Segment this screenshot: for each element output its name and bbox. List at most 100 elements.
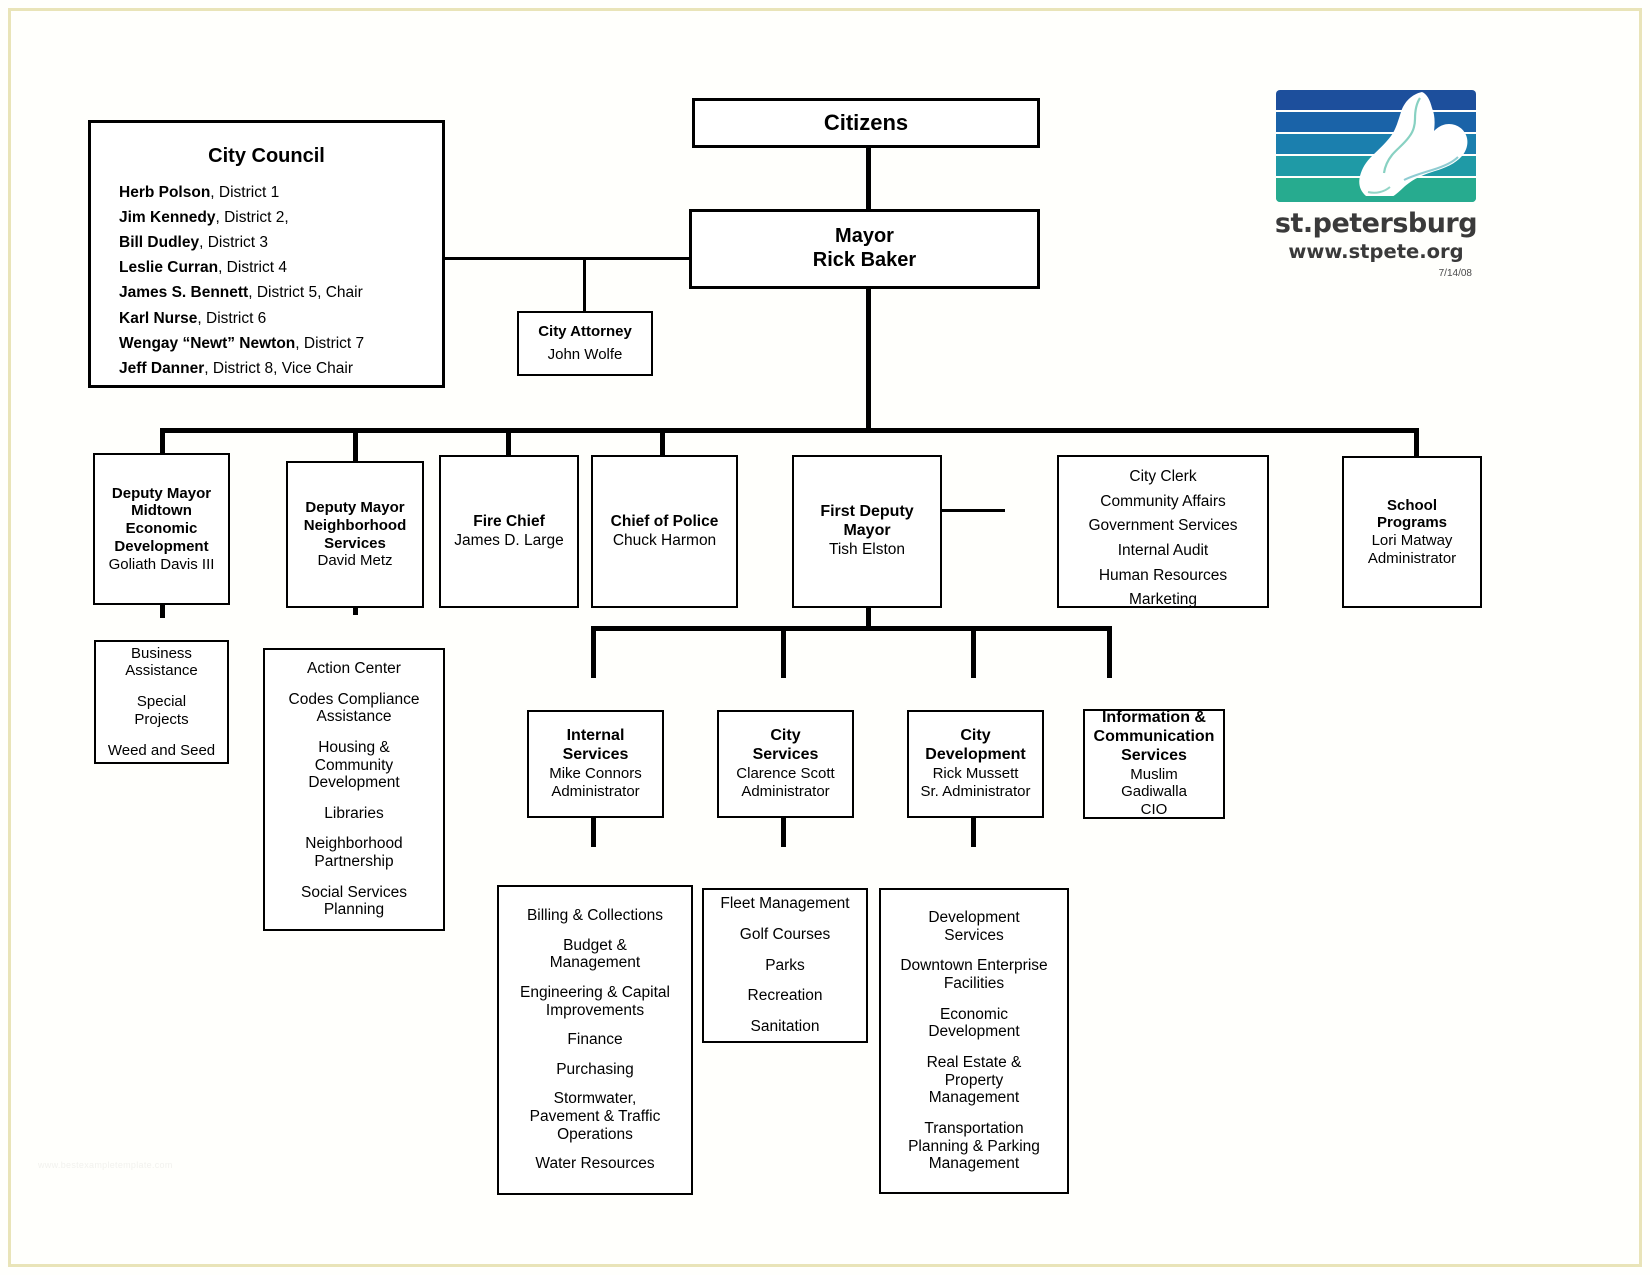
list-item: Finance: [567, 1031, 623, 1049]
node-title: Internal Services: [562, 727, 629, 764]
list-neighborhood-units[interactable]: Action Center Codes Compliance Assistanc…: [263, 648, 445, 931]
node-person: Chuck Harmon: [612, 531, 717, 549]
node-title: Citizens: [823, 110, 909, 136]
council-member: Herb Polson, District 1: [119, 184, 280, 201]
list-item: Business Assistance: [125, 645, 198, 680]
st-petersburg-logo: st.petersburg www.stpete.org 7/14/08: [1272, 88, 1480, 293]
node-information-communication-services[interactable]: Information & Communication Services Mus…: [1083, 709, 1225, 819]
list-item: Economic Development: [928, 1005, 1020, 1041]
node-citizens[interactable]: Citizens: [692, 98, 1040, 148]
list-item: Transportation Planning & Parking Manage…: [908, 1119, 1040, 1173]
list-item: Neighborhood Partnership: [305, 835, 403, 871]
list-item: Libraries: [324, 804, 384, 822]
list-item: Social Services Planning: [301, 883, 407, 919]
city-council-title: City Council: [208, 145, 325, 167]
list-item: Special Projects: [134, 693, 189, 728]
list-item: Action Center: [307, 659, 401, 677]
council-member: Jim Kennedy, District 2,: [119, 209, 289, 227]
node-person: Goliath Davis III: [108, 555, 215, 573]
connector-drop-police: [660, 428, 665, 455]
node-person: Tish Elston: [828, 541, 906, 559]
list-item: Water Resources: [535, 1155, 655, 1173]
list-item: Stormwater, Pavement & Traffic Operation…: [529, 1090, 661, 1143]
list-midtown-units[interactable]: Business Assistance Special Projects Wee…: [94, 640, 229, 764]
node-internal-services[interactable]: Internal Services Mike Connors Administr…: [527, 710, 664, 818]
node-person: John Wolfe: [547, 346, 623, 363]
node-person-last: Gadiwalla: [1121, 783, 1187, 801]
city-council-members: Herb Polson, District 1 Jim Kennedy, Dis…: [119, 180, 442, 381]
node-title: School Programs: [1376, 496, 1448, 532]
logo-wordmark: st.petersburg: [1274, 208, 1478, 239]
node-chief-of-police[interactable]: Chief of Police Chuck Harmon: [591, 455, 738, 608]
list-item: Weed and Seed: [107, 741, 216, 759]
node-person: Muslim: [1130, 765, 1178, 783]
node-deputy-mayor-midtown[interactable]: Deputy Mayor Midtown Economic Developmen…: [93, 453, 230, 605]
node-person: Clarence Scott: [736, 765, 835, 783]
node-title: First Deputy Mayor: [820, 503, 914, 540]
connector-citydev-units: [971, 817, 976, 847]
node-person-role: Administrator: [741, 782, 830, 800]
node-title: Mayor: [835, 225, 894, 248]
council-member: Wengay “Newt” Newton, District 7: [119, 334, 365, 352]
connector-drop-school: [1414, 428, 1419, 456]
list-item: Golf Courses: [739, 926, 831, 944]
council-member: Jeff Danner, District 8, Vice Chair: [119, 359, 354, 377]
node-mayor[interactable]: Mayor Rick Baker: [689, 209, 1040, 289]
list-item: Codes Compliance Assistance: [288, 690, 420, 726]
node-title: Information & Communication Services: [1093, 709, 1215, 764]
list-item: Sanitation: [750, 1017, 820, 1035]
city-council-box: City Council Herb Polson, District 1 Jim…: [88, 120, 445, 388]
council-member: Bill Dudley, District 3: [119, 234, 269, 252]
connector-attorney-stem: [583, 257, 586, 311]
node-title: Deputy Mayor Neighborhood Services: [303, 499, 407, 552]
node-title: City Services: [752, 727, 819, 764]
connector-drop-neighborhood: [353, 428, 358, 461]
node-first-deputy-mayor[interactable]: First Deputy Mayor Tish Elston: [792, 455, 942, 608]
list-item: Purchasing: [556, 1060, 634, 1078]
list-item: Recreation: [747, 987, 823, 1005]
node-title: City Development: [925, 727, 1026, 764]
connector-drop-fire: [506, 428, 511, 455]
node-city-development[interactable]: City Development Rick Mussett Sr. Admini…: [907, 710, 1044, 818]
list-city-services-units[interactable]: Fleet Management Golf Courses Parks Recr…: [702, 888, 868, 1043]
list-item: Budget & Management: [549, 936, 641, 972]
connector-cityservices-units: [781, 817, 786, 847]
connector-drop-city-services: [781, 626, 786, 678]
node-person-role: Sr. Administrator: [920, 782, 1031, 800]
list-item: Community Affairs: [1100, 492, 1226, 510]
node-person: Lori Matway: [1371, 532, 1453, 549]
node-person: Rick Baker: [812, 249, 917, 271]
connector-council-mayor: [445, 257, 693, 260]
connector-mayor-trunk: [866, 288, 871, 431]
node-title: Chief of Police: [610, 513, 719, 531]
node-school-programs[interactable]: School Programs Lori Matway Administrato…: [1342, 456, 1482, 608]
node-city-attorney[interactable]: City Attorney John Wolfe: [517, 311, 653, 376]
council-member: James S. Bennett, District 5, Chair: [119, 284, 363, 302]
list-item: Internal Audit: [1117, 541, 1209, 559]
watermark-text: www.bestexampletemplate.com: [38, 1160, 173, 1170]
org-chart-canvas: st.petersburg www.stpete.org 7/14/08 Cit…: [0, 0, 1650, 1275]
list-internal-services-units[interactable]: Billing & Collections Budget & Managemen…: [497, 885, 693, 1195]
connector-citizens-mayor: [866, 146, 871, 210]
node-person-role: CIO: [1140, 801, 1168, 819]
connector-drop-internal-services: [591, 626, 596, 678]
node-city-services[interactable]: City Services Clarence Scott Administrat…: [717, 710, 854, 818]
list-item: City Clerk: [1129, 468, 1197, 485]
pelican-logo-icon: [1272, 88, 1480, 206]
logo-url: www.stpete.org: [1288, 240, 1464, 263]
list-item: Human Resources: [1098, 566, 1228, 584]
council-member: Karl Nurse, District 6: [119, 309, 267, 327]
list-item: Housing & Community Development: [308, 738, 400, 792]
connector-drop-midtown: [160, 428, 165, 453]
node-title: City Attorney: [538, 323, 632, 341]
node-fire-chief[interactable]: Fire Chief James D. Large: [439, 455, 579, 608]
node-person-role: Administrator: [1367, 549, 1457, 567]
list-item: Government Services: [1088, 517, 1238, 535]
list-city-development-units[interactable]: Development Services Downtown Enterprise…: [879, 888, 1069, 1194]
node-person-role: Administrator: [551, 782, 640, 800]
node-city-clerk-group[interactable]: City Clerk Community Affairs Government …: [1057, 455, 1269, 608]
connector-tier2-bus: [160, 428, 1418, 433]
node-deputy-mayor-neighborhood[interactable]: Deputy Mayor Neighborhood Services David…: [286, 461, 424, 608]
node-title: Deputy Mayor Midtown Economic Developmen…: [111, 484, 212, 555]
node-title: Fire Chief: [473, 513, 545, 531]
